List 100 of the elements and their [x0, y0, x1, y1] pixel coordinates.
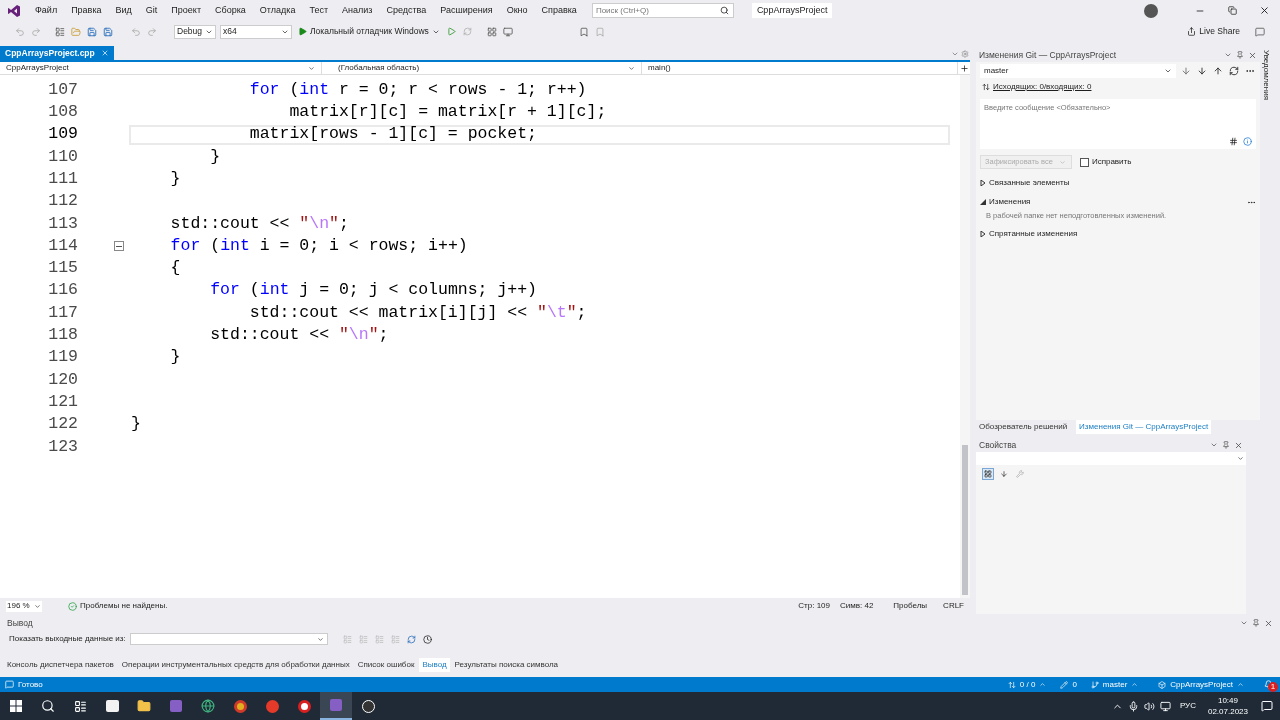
- code-line: }: [169, 347, 182, 368]
- close-icon[interactable]: [1248, 50, 1257, 60]
- pin-icon[interactable]: [1236, 51, 1244, 59]
- panel-tab[interactable]: Изменения Git — CppArraysProject: [1076, 420, 1212, 434]
- navigation-dropdown[interactable]: main(): [642, 61, 958, 75]
- line-number: 112: [47, 190, 78, 213]
- caret-up-icon[interactable]: [1237, 681, 1244, 688]
- line-number: 115: [47, 257, 78, 280]
- app-icon[interactable]: [320, 692, 352, 720]
- code-line: for (int j = 0; j < columns; j++): [209, 280, 538, 301]
- menu-item[interactable]: Проект: [164, 3, 208, 18]
- checkbox[interactable]: [1079, 157, 1089, 167]
- pin-icon[interactable]: [1222, 441, 1230, 449]
- platform-dropdown[interactable]: x64: [220, 24, 292, 39]
- pencil-icon[interactable]: [1060, 680, 1069, 689]
- configuration-dropdown[interactable]: Debug: [174, 24, 216, 39]
- notifications-tab[interactable]: Уведомления: [1260, 50, 1272, 434]
- navigation-dropdown[interactable]: (Глобальная область): [322, 61, 642, 75]
- section-header[interactable]: Связанные элементы: [989, 177, 1070, 189]
- bottom-tab[interactable]: Операции инструментальных средств для обработки данных: [118, 658, 353, 672]
- menu-item[interactable]: Вид: [108, 3, 139, 18]
- caret-up-icon[interactable]: [1131, 681, 1139, 688]
- navigation-dropdown[interactable]: CppArraysProject: [0, 61, 322, 75]
- clock-date[interactable]: 02.07.2023: [1207, 706, 1248, 717]
- collapsed-triangle-icon[interactable]: [980, 180, 986, 186]
- bottom-tab[interactable]: Вывод: [419, 658, 450, 672]
- line-number: 114: [47, 234, 78, 257]
- arrow-down-icon[interactable]: [1180, 65, 1192, 77]
- add-icon[interactable]: [958, 62, 970, 74]
- pin-icon[interactable]: [1252, 619, 1260, 627]
- project-name[interactable]: CppArraysProject: [1170, 678, 1233, 691]
- bottom-tab[interactable]: Результаты поиска символа: [451, 658, 562, 672]
- sync-arrows-icon[interactable]: [1007, 680, 1016, 689]
- menu-item[interactable]: Анализ: [335, 3, 380, 18]
- editor-tab[interactable]: CppArraysProject.cpp: [0, 46, 114, 60]
- solution-name: CppArraysProject: [751, 2, 833, 19]
- feedback-icon[interactable]: [1254, 25, 1266, 38]
- sync-icon[interactable]: [1228, 65, 1240, 77]
- menu-item[interactable]: Правка: [64, 3, 109, 18]
- section-header[interactable]: Изменения: [989, 196, 1031, 208]
- caret-up-icon[interactable]: [1039, 681, 1047, 688]
- check-circle-icon: [68, 601, 77, 611]
- panel-tab[interactable]: Обозреватель решений: [976, 420, 1071, 434]
- menu-item[interactable]: Файл: [28, 3, 65, 18]
- bookmark-icon[interactable]: [577, 25, 590, 38]
- menu-item[interactable]: Окно: [499, 3, 535, 18]
- bottom-tab[interactable]: Список ошибок: [354, 658, 418, 672]
- menu-item[interactable]: Тест: [302, 3, 336, 18]
- search-icon: [719, 5, 730, 16]
- close-icon[interactable]: [1264, 618, 1273, 628]
- line-number: 122: [47, 413, 78, 436]
- branch-name[interactable]: master: [1102, 678, 1128, 691]
- avatar: [1144, 3, 1158, 18]
- play-icon[interactable]: [298, 27, 307, 36]
- close-icon[interactable]: [100, 49, 109, 57]
- collapsed-triangle-icon[interactable]: [980, 231, 986, 238]
- menu-item[interactable]: Сборка: [208, 3, 253, 18]
- close-icon[interactable]: [1234, 440, 1243, 450]
- hash-icon[interactable]: [1228, 136, 1238, 146]
- branch-dropdown[interactable]: master: [980, 64, 1176, 78]
- sync-status-link[interactable]: Исходящих: 0/входящих: 0: [993, 81, 1092, 93]
- line-number: 110: [47, 145, 78, 168]
- menu-item[interactable]: Справка: [534, 3, 584, 18]
- arrow-up-icon[interactable]: [1212, 65, 1224, 77]
- line-number: 117: [47, 301, 78, 324]
- zoom-dropdown[interactable]: 196 %: [6, 600, 42, 612]
- scrollbar-thumb[interactable]: [962, 445, 968, 595]
- info-icon[interactable]: [1242, 136, 1252, 146]
- open-folder-icon[interactable]: [70, 25, 82, 38]
- bell-icon[interactable]: [1263, 680, 1273, 689]
- whitespace-mode: Пробелы: [893, 600, 928, 612]
- share-icon[interactable]: [1187, 27, 1197, 36]
- clock-icon[interactable]: [421, 633, 434, 645]
- more-icon[interactable]: [1246, 198, 1256, 206]
- language-indicator[interactable]: РУС: [1173, 700, 1202, 712]
- section-header[interactable]: Спрятанные изменения: [989, 228, 1078, 241]
- branch-icon[interactable]: [1090, 680, 1099, 689]
- sync-status[interactable]: 0 / 0: [1019, 678, 1036, 691]
- expanded-triangle-icon[interactable]: [980, 199, 986, 205]
- edits-count[interactable]: 0: [1072, 678, 1077, 691]
- search-field[interactable]: Поиск (Ctrl+Q): [591, 3, 734, 18]
- run-debugger-button[interactable]: Локальный отладчик Windows: [310, 25, 429, 38]
- bottom-tab[interactable]: Консоль диспетчера пакетов: [4, 658, 117, 672]
- play-icon[interactable]: [445, 25, 458, 38]
- menu-item[interactable]: Git: [138, 3, 165, 18]
- collapse-icon[interactable]: [114, 241, 124, 252]
- clock-time[interactable]: 10:49: [1217, 695, 1238, 706]
- menu-item[interactable]: Средства: [379, 3, 434, 18]
- line-number: 123: [47, 435, 78, 458]
- live-share-button[interactable]: Live Share: [1199, 25, 1240, 38]
- save-all-icon[interactable]: [102, 25, 114, 38]
- line-number: 116: [47, 279, 78, 302]
- project-icon[interactable]: [1158, 680, 1167, 689]
- monitor-icon[interactable]: [501, 25, 514, 38]
- menu-item[interactable]: Отладка: [252, 3, 303, 18]
- save-icon[interactable]: [86, 25, 98, 38]
- menu-item[interactable]: Расширения: [433, 3, 500, 18]
- line-position: Стр: 109: [798, 600, 830, 612]
- code-line: {: [169, 258, 182, 279]
- arrow-down-icon[interactable]: [1196, 65, 1208, 77]
